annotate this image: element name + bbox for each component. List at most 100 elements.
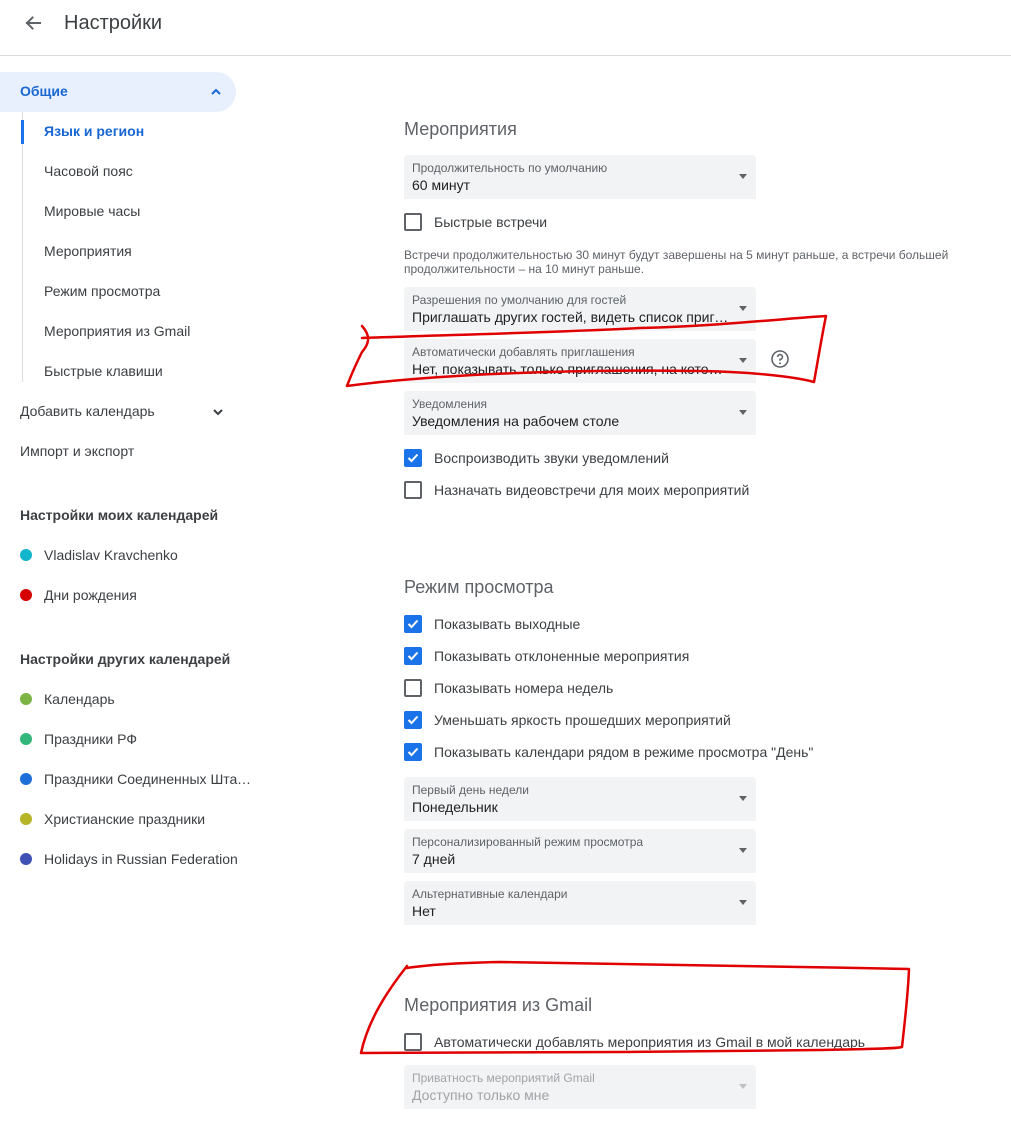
other-calendar-item[interactable]: Holidays in Russian Federation	[20, 849, 255, 869]
first-day-select[interactable]: Первый день недели Понедельник	[404, 777, 756, 821]
back-button[interactable]	[18, 8, 48, 38]
subnav-item-events[interactable]: Мероприятия	[44, 241, 132, 261]
calendar-name: Дни рождения	[44, 587, 137, 603]
checkbox-label: Показывать номера недель	[434, 680, 614, 696]
checkbox[interactable]	[404, 647, 422, 665]
settings-sidebar: Общие Язык и регион Часовой пояс Мировые…	[0, 56, 260, 1121]
calendar-color-dot	[20, 693, 32, 705]
checkmark-icon	[407, 651, 419, 661]
gmail-privacy-select: Приватность мероприятий Gmail Доступно т…	[404, 1065, 756, 1109]
other-calendar-item[interactable]: Праздники РФ	[20, 729, 255, 749]
subnav-divider	[22, 112, 23, 382]
select-value: Нет	[412, 903, 436, 919]
notifications-select[interactable]: Уведомления Уведомления на рабочем столе	[404, 391, 756, 435]
checkbox[interactable]	[404, 711, 422, 729]
calendar-name: Христианские праздники	[44, 811, 206, 827]
checkbox-label: Уменьшать яркость прошедших мероприятий	[434, 712, 731, 728]
checkbox[interactable]	[404, 679, 422, 697]
gmail-section-title: Мероприятия из Gmail	[404, 995, 593, 1015]
dropdown-arrow-icon	[739, 306, 747, 311]
other-calendar-item[interactable]: Христианские праздники	[20, 809, 255, 829]
calendar-color-dot	[20, 813, 32, 825]
select-label: Персонализированный режим просмотра	[412, 835, 644, 849]
checkbox-label: Автоматически добавлять мероприятия из G…	[434, 1034, 866, 1050]
checkbox-label: Показывать отклоненные мероприятия	[434, 648, 690, 664]
checkbox[interactable]	[404, 449, 422, 467]
dropdown-arrow-icon	[739, 796, 747, 801]
checkmark-icon	[407, 747, 419, 757]
subnav-item-shortcuts[interactable]: Быстрые клавиши	[44, 361, 163, 381]
other-calendars-heading: Настройки других календарей	[20, 651, 231, 667]
nav-import-export[interactable]: Импорт и экспорт	[20, 441, 134, 461]
arrow-back-icon	[25, 16, 41, 30]
checkbox[interactable]	[404, 743, 422, 761]
select-value: Понедельник	[412, 799, 498, 815]
select-value: Нет, показывать только приглашения, на к…	[412, 361, 730, 377]
checkbox[interactable]	[404, 213, 422, 231]
calendar-name: Праздники РФ	[44, 731, 137, 747]
subnav-item-timezone[interactable]: Часовой пояс	[44, 161, 133, 181]
checkmark-icon	[407, 715, 419, 725]
nav-add-calendar[interactable]: Добавить календарь	[20, 401, 155, 421]
nav-general-label: Общие	[20, 83, 68, 99]
subnav-item-gmail-events[interactable]: Мероприятия из Gmail	[44, 321, 190, 341]
chevron-down-icon[interactable]	[210, 404, 226, 420]
select-label: Уведомления	[412, 397, 488, 411]
select-value: Уведомления на рабочем столе	[412, 413, 620, 429]
calendar-color-dot	[20, 549, 32, 561]
subnav-item-language[interactable]: Язык и регион	[44, 121, 144, 141]
app-header: Настройки	[0, 0, 1011, 56]
other-calendar-item[interactable]: Праздники Соединенных Штатов	[20, 769, 255, 789]
auto-add-invitations-select[interactable]: Автоматически добавлять приглашения Нет,…	[404, 339, 756, 383]
dropdown-arrow-icon	[739, 174, 747, 179]
checkbox-label: Показывать календари рядом в режиме прос…	[434, 744, 814, 760]
events-section-title: Мероприятия	[404, 119, 517, 139]
page-title: Настройки	[64, 12, 163, 34]
checkbox-label: Быстрые встречи	[434, 214, 548, 230]
select-label: Продолжительность по умолчанию	[412, 161, 608, 175]
checkmark-icon	[407, 619, 419, 629]
calendar-color-dot	[20, 733, 32, 745]
dropdown-arrow-icon	[739, 848, 747, 853]
guest-permissions-select[interactable]: Разрешения по умолчанию для гостей Пригл…	[404, 287, 756, 331]
checkbox[interactable]	[404, 615, 422, 633]
select-value: 7 дней	[412, 851, 456, 867]
calendar-color-dot	[20, 773, 32, 785]
checkbox[interactable]	[404, 481, 422, 499]
select-label: Приватность мероприятий Gmail	[412, 1071, 595, 1085]
checkbox-label: Назначать видеовстречи для моих мероприя…	[434, 482, 750, 498]
help-icon[interactable]	[770, 349, 790, 369]
select-label: Разрешения по умолчанию для гостей	[412, 293, 627, 307]
calendar-name: Праздники Соединенных Штатов	[44, 771, 254, 787]
chevron-up-icon	[211, 88, 221, 95]
calendar-color-dot	[20, 853, 32, 865]
subnav-item-view[interactable]: Режим просмотра	[44, 281, 160, 301]
dropdown-arrow-icon	[739, 900, 747, 905]
speedy-meetings-hint: Встречи продолжительностью 30 минут буду…	[404, 248, 949, 276]
view-section-title: Режим просмотра	[404, 577, 554, 597]
custom-view-select[interactable]: Персонализированный режим просмотра 7 дн…	[404, 829, 756, 873]
select-label: Альтернативные календари	[412, 887, 568, 901]
select-value: Доступно только мне	[412, 1087, 550, 1103]
dropdown-arrow-icon	[739, 1084, 747, 1089]
calendar-name: Vladislav Kravchenko	[44, 547, 178, 563]
other-calendar-item[interactable]: Календарь	[20, 689, 255, 709]
calendar-name: Holidays in Russian Federation	[44, 851, 238, 867]
alternate-calendars-select[interactable]: Альтернативные календари Нет	[404, 881, 756, 925]
default-duration-select[interactable]: Продолжительность по умолчанию 60 минут	[404, 155, 756, 199]
nav-general[interactable]: Общие	[0, 72, 236, 112]
calendar-name: Календарь	[44, 691, 115, 707]
subnav-active-indicator	[21, 120, 24, 144]
checkbox-label: Воспроизводить звуки уведомлений	[434, 450, 669, 466]
my-calendars-heading: Настройки моих календарей	[20, 507, 219, 523]
select-label: Первый день недели	[412, 783, 529, 797]
select-value: 60 минут	[412, 177, 471, 193]
my-calendar-item[interactable]: Vladislav Kravchenko	[20, 545, 255, 565]
checkmark-icon	[407, 453, 419, 463]
dropdown-arrow-icon	[739, 410, 747, 415]
calendar-color-dot	[20, 589, 32, 601]
checkbox[interactable]	[404, 1033, 422, 1051]
my-calendar-item[interactable]: Дни рождения	[20, 585, 255, 605]
select-label: Автоматически добавлять приглашения	[412, 345, 635, 359]
subnav-item-world-clock[interactable]: Мировые часы	[44, 201, 140, 221]
